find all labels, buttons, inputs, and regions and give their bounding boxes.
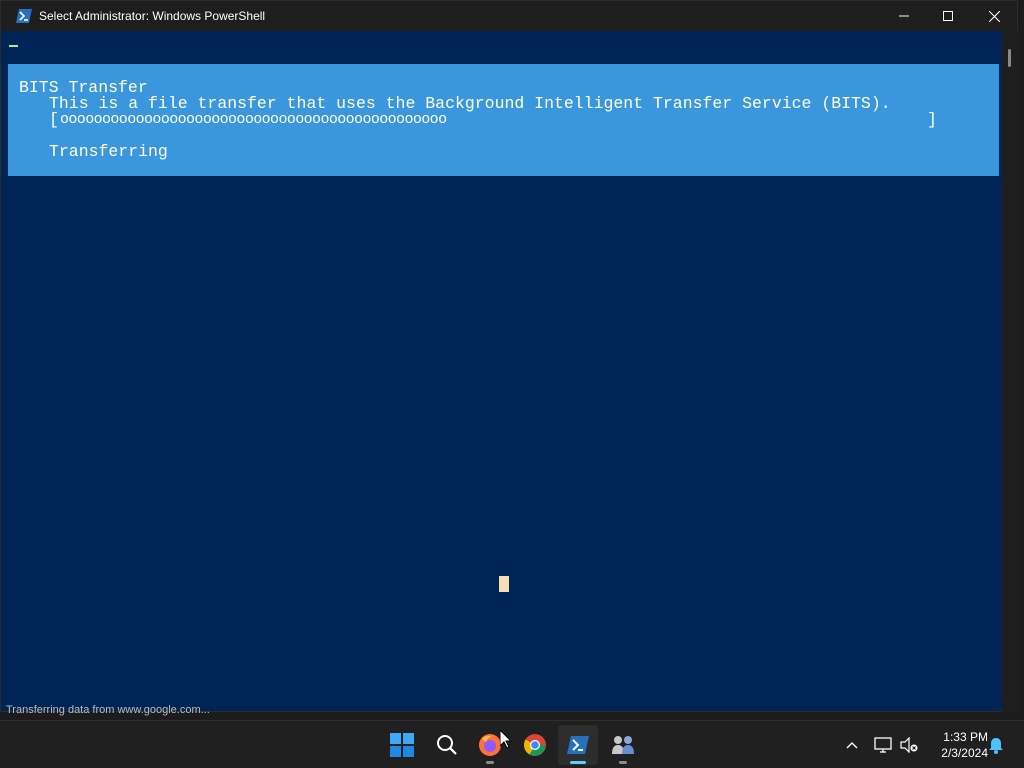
powershell-icon xyxy=(16,8,32,24)
mouse-pointer-icon xyxy=(500,730,512,749)
progress-bar-open-bracket: [ xyxy=(49,110,59,129)
progress-bar-close-bracket: ] xyxy=(927,110,937,129)
show-hidden-icons-button[interactable] xyxy=(842,735,862,755)
progress-description: This is a file transfer that uses the Ba… xyxy=(49,94,891,113)
maximize-button[interactable] xyxy=(925,1,971,31)
vertical-scrollbar[interactable] xyxy=(1002,31,1018,712)
chrome-icon xyxy=(524,734,546,756)
start-icon xyxy=(390,733,414,757)
text-cursor xyxy=(499,576,509,592)
console-area[interactable]: BITS Transfer This is a file transfer th… xyxy=(8,31,1002,711)
close-icon xyxy=(988,10,1000,22)
volume-button[interactable] xyxy=(899,735,919,755)
start-button[interactable] xyxy=(382,725,422,765)
teams-taskbar-button[interactable] xyxy=(603,725,643,765)
close-button[interactable] xyxy=(971,1,1017,31)
notifications-button[interactable] xyxy=(986,735,1006,755)
powershell-icon xyxy=(567,736,589,754)
window-title: Select Administrator: Windows PowerShell xyxy=(39,9,266,23)
powershell-window[interactable]: Select Administrator: Windows PowerShell… xyxy=(0,0,1018,712)
running-indicator xyxy=(486,761,494,764)
network-button[interactable] xyxy=(873,735,893,755)
network-icon xyxy=(874,737,892,753)
powershell-taskbar-button[interactable] xyxy=(558,725,598,765)
minimize-button[interactable] xyxy=(881,1,927,31)
progress-panel: BITS Transfer This is a file transfer th… xyxy=(8,64,999,176)
maximize-icon xyxy=(943,11,953,21)
cursor-marker xyxy=(9,45,18,47)
minimize-icon xyxy=(899,15,909,17)
notification-bell-icon xyxy=(989,737,1003,754)
teams-icon xyxy=(612,736,634,754)
clock-date: 2/3/2024 xyxy=(941,746,988,760)
running-indicator xyxy=(619,761,627,764)
chrome-taskbar-button[interactable] xyxy=(515,725,555,765)
progress-status: Transferring xyxy=(49,142,168,161)
scroll-thumb[interactable] xyxy=(1008,49,1011,67)
clock[interactable]: 1:33 PM 2/3/2024 xyxy=(926,729,988,761)
clock-time: 1:33 PM xyxy=(943,730,988,744)
chevron-up-icon xyxy=(846,742,858,749)
progress-bar-fill: oooooooooooooooooooooooooooooooooooooooo… xyxy=(60,111,447,128)
firefox-icon xyxy=(479,734,501,756)
volume-muted-icon xyxy=(900,737,918,753)
title-bar[interactable]: Select Administrator: Windows PowerShell xyxy=(1,1,1017,31)
background-status-text: Transferring data from www.google.com... xyxy=(6,704,210,716)
search-button[interactable] xyxy=(427,725,467,765)
active-indicator xyxy=(570,761,586,764)
search-icon xyxy=(437,735,457,755)
desktop: Select Administrator: Windows PowerShell… xyxy=(0,0,1024,768)
taskbar: 1:33 PM 2/3/2024 xyxy=(0,720,1024,768)
